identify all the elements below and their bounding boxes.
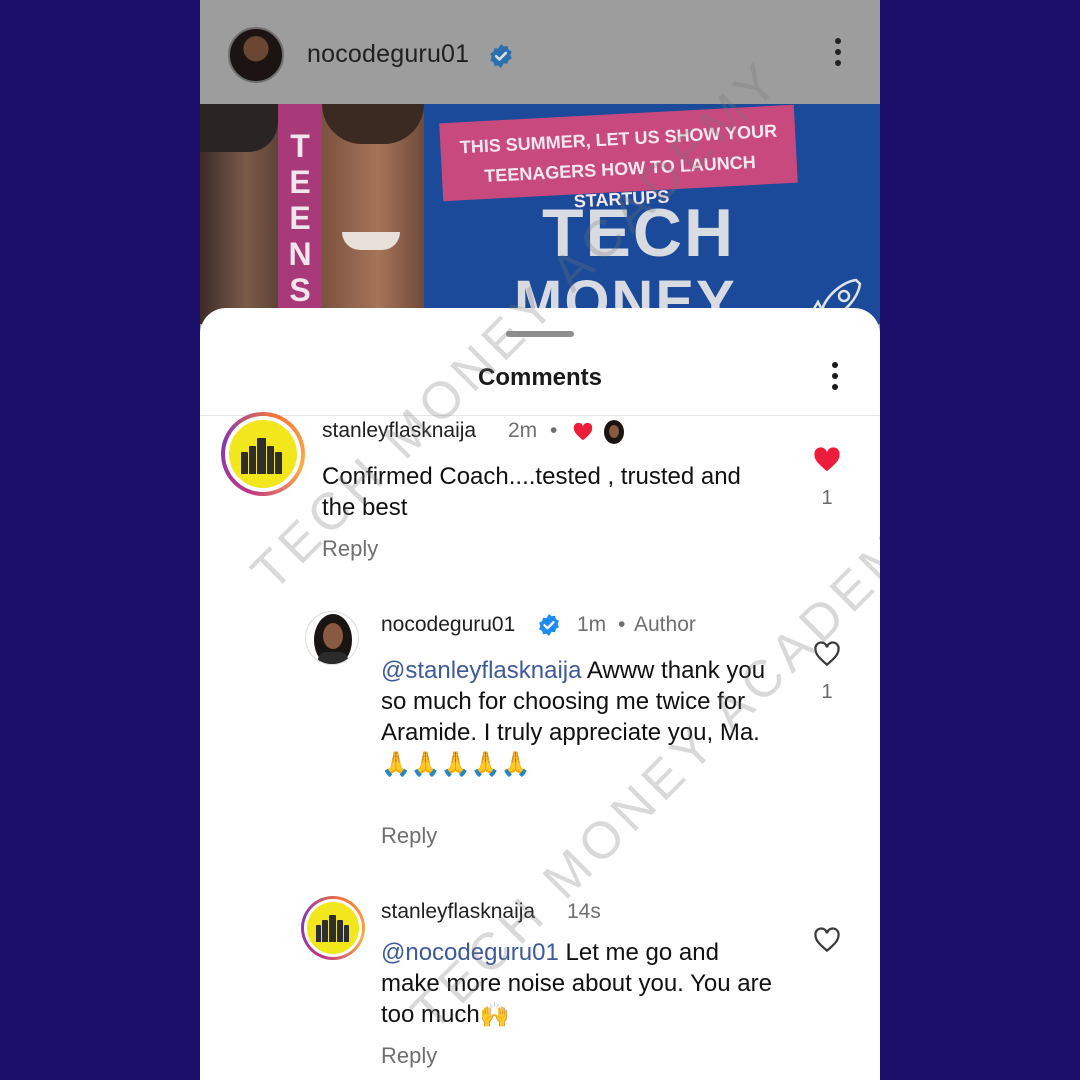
- teens-label: TEENS: [288, 128, 312, 308]
- comment-time: 1m: [577, 613, 607, 636]
- comment-text: @stanleyflasknaija Awww thank you so muc…: [381, 655, 781, 780]
- divider: [200, 415, 880, 416]
- avatar-image: [307, 902, 359, 954]
- comment-username[interactable]: stanleyflasknaija: [322, 419, 476, 443]
- comment-time: 14s: [567, 900, 601, 923]
- separator-dot: •: [618, 613, 626, 636]
- product-bottles: [316, 915, 349, 942]
- photo-smile: [342, 232, 400, 250]
- drag-handle[interactable]: [506, 331, 574, 337]
- photo-hair: [200, 104, 278, 152]
- heart-outline-icon[interactable]: [811, 639, 843, 669]
- comment-username[interactable]: stanleyflasknaija: [381, 900, 535, 924]
- heart-filled-icon[interactable]: [811, 445, 843, 475]
- phone-screen: nocodeguru01 TEENS THIS SUMMER, LET US S…: [200, 0, 880, 1080]
- praying-hands-emoji: 🙏🙏🙏🙏🙏: [381, 751, 531, 779]
- author-liked-heart-icon: [573, 422, 593, 441]
- more-vertical-icon[interactable]: [828, 362, 842, 394]
- author-mini-avatar: [602, 420, 626, 444]
- comment-text: @nocodeguru01 Let me go and make more no…: [381, 937, 781, 1031]
- author-label: Author: [634, 613, 696, 636]
- reply-button[interactable]: Reply: [322, 536, 378, 562]
- verified-badge-icon: [490, 44, 512, 68]
- headline-tech: TECH: [542, 195, 736, 271]
- more-vertical-icon[interactable]: [830, 38, 846, 74]
- raising-hands-emoji: 🙌: [479, 1002, 510, 1030]
- reply-button[interactable]: Reply: [381, 823, 437, 849]
- like-count: 1: [821, 681, 833, 703]
- separator-dot: •: [550, 419, 558, 442]
- avatar-image: [229, 420, 297, 488]
- post-header: nocodeguru01: [200, 0, 880, 104]
- sheet-title: Comments: [477, 364, 603, 391]
- product-bottles: [241, 438, 282, 474]
- heart-outline-icon[interactable]: [811, 925, 843, 955]
- comment-text: Confirmed Coach....tested , trusted and …: [322, 463, 741, 521]
- author-avatar[interactable]: [228, 27, 284, 83]
- verified-badge-icon: [539, 614, 559, 636]
- reply-button[interactable]: Reply: [381, 1043, 437, 1069]
- comments-sheet: Comments stanleyflasknaija 2m • Confirme…: [200, 308, 880, 1080]
- post-author-username[interactable]: nocodeguru01: [307, 40, 469, 69]
- mention-link[interactable]: @nocodeguru01: [381, 939, 559, 966]
- post-image[interactable]: TEENS THIS SUMMER, LET US SHOW YOUR TEEN…: [200, 104, 880, 324]
- comment-username[interactable]: nocodeguru01: [381, 613, 515, 637]
- comment-time: 2m: [508, 419, 538, 442]
- avatar[interactable]: [305, 611, 359, 665]
- mention-link[interactable]: @stanleyflasknaija: [381, 657, 581, 684]
- like-count: 1: [821, 487, 833, 509]
